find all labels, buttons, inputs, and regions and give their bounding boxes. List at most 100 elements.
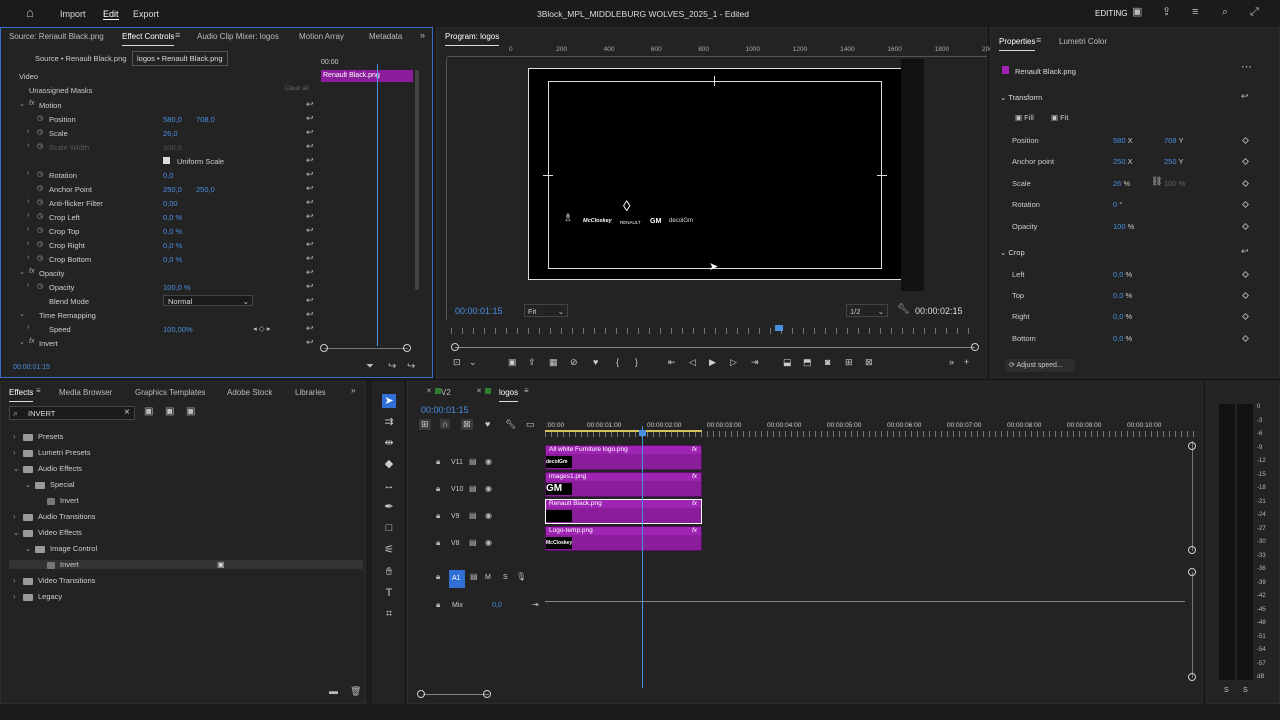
mark-in-icon[interactable]: { [616, 357, 619, 367]
reset-icon[interactable]: ↩ [306, 295, 314, 306]
lock-icon[interactable]: 🔒︎ [436, 485, 440, 493]
sync-lock-icon[interactable]: ▤ [469, 485, 477, 493]
handle-left[interactable] [543, 175, 553, 176]
twirl-icon[interactable]: › [27, 128, 29, 135]
reset-icon[interactable]: ↩ [306, 337, 314, 348]
home-icon[interactable]: ⌂ [26, 6, 34, 19]
tab-effect-controls[interactable]: Effect Controls [122, 32, 175, 46]
mix-value[interactable]: 0,0 [492, 602, 502, 609]
handle-right[interactable] [877, 175, 887, 176]
transform-header[interactable]: ⌄ Transform [1000, 93, 1042, 102]
twirl-icon[interactable]: ⌄ [13, 464, 23, 473]
effects-tree-item[interactable]: ⌄ Special [25, 480, 75, 489]
search-icon[interactable]: ⌕ [1222, 7, 1228, 18]
prop-rotation-value[interactable]: 0 ° [1113, 200, 1122, 209]
tab-lumetri-color[interactable]: Lumetri Color [1059, 37, 1107, 46]
crop-header[interactable]: ⌄ Crop [1000, 248, 1025, 257]
filter-icon[interactable]: ⏷ [366, 362, 374, 372]
reset-icon[interactable]: ↩ [306, 127, 314, 138]
yuv-effects-icon[interactable]: ▣ [186, 407, 195, 417]
ec-row[interactable]: ⌄ Time Remapping ↩ [1, 309, 314, 324]
stopwatch-icon[interactable]: ◷ [37, 240, 43, 248]
nest-icon[interactable]: ⊞ [419, 419, 431, 430]
a1-target[interactable]: A1 [449, 570, 465, 588]
v-scroll-top[interactable] [1192, 441, 1193, 551]
effects-tree-item[interactable]: ⌄ Audio Effects [13, 464, 82, 473]
ec-value[interactable]: 0,0 [163, 171, 173, 180]
ec-row[interactable]: › Speed 100,00% ◂ ◇ ▸ ↩ [1, 323, 314, 338]
type-tool-icon[interactable]: T [382, 586, 396, 600]
effects-tree-item[interactable]: Invert ▣ [9, 560, 363, 569]
reset-icon[interactable]: ↩ [306, 253, 314, 264]
tab-audio-clip-mixer[interactable]: Audio Clip Mixer: logos [197, 32, 279, 41]
zoom-handle-right[interactable] [971, 343, 979, 351]
keyframe-diamond-icon[interactable] [1241, 157, 1250, 166]
multicam-icon[interactable]: ▦ [549, 357, 558, 368]
twirl-icon[interactable]: › [27, 240, 29, 247]
ec-row[interactable]: › ◷ Crop Right 0,0 % ↩ [1, 239, 314, 254]
accelerated-effects-icon[interactable]: ▣ [144, 407, 153, 417]
twirl-icon[interactable]: › [13, 432, 23, 441]
sync-lock-icon[interactable]: ▤ [470, 573, 478, 581]
reset-icon[interactable]: ↩ [306, 169, 314, 180]
twirl-icon[interactable]: ⌄ [25, 544, 35, 553]
selection-box[interactable] [548, 81, 882, 269]
effects-tree-item[interactable]: › Legacy [13, 592, 62, 601]
ec-row[interactable]: ◷ Position 580,0 708,0 ↩ [1, 113, 314, 128]
twirl-icon[interactable]: ⌄ [19, 310, 25, 318]
sync-lock-icon[interactable]: ▤ [469, 458, 477, 466]
panel-icon[interactable]: ▣ [1132, 7, 1142, 18]
stopwatch-icon[interactable]: ◷ [37, 142, 43, 150]
lift-icon[interactable]: ⬓ [783, 357, 792, 368]
effects-tab[interactable]: Adobe Stock [227, 388, 272, 397]
timeline-clip[interactable]: All white Furniture logo.png fx decolGm [545, 445, 702, 470]
step-forward-icon[interactable]: ▷ [730, 357, 737, 368]
ec-value[interactable]: 0,0 % [163, 227, 182, 236]
fx-badge-icon[interactable]: fx [692, 446, 697, 453]
zoom-handle-left[interactable] [451, 343, 459, 351]
stopwatch-icon[interactable]: ◷ [37, 212, 43, 220]
ec-value[interactable]: 0,00 [163, 199, 178, 208]
tab-properties[interactable]: Properties [999, 37, 1036, 51]
stopwatch-icon[interactable]: ◷ [37, 170, 43, 178]
stopwatch-icon[interactable]: ◷ [37, 128, 43, 136]
mix-lock-icon[interactable]: 🔒︎ [436, 601, 440, 609]
effects-overflow-icon[interactable]: » [351, 387, 355, 395]
fx-badge-icon[interactable]: fx [692, 527, 697, 534]
menu-icon[interactable]: ≡ [175, 31, 180, 40]
reset-icon[interactable]: ↩ [306, 323, 314, 334]
track-name[interactable]: V9 [451, 513, 460, 520]
twirl-icon[interactable]: › [27, 198, 29, 205]
twirl-icon[interactable]: › [27, 324, 29, 331]
export-icon[interactable]: ⇪ [528, 357, 536, 368]
keyframe-diamond-icon[interactable] [1241, 136, 1250, 145]
workspace-label[interactable]: EDITING [1095, 9, 1127, 18]
unassigned-masks[interactable]: Unassigned Masks [29, 86, 92, 95]
track-select-tool-icon[interactable]: ⇉ [382, 415, 396, 429]
timeline-clip[interactable]: Renault Black.png fx [545, 499, 702, 524]
v-scroll-handle-1[interactable] [1188, 442, 1196, 450]
tab-motion-array[interactable]: Motion Array [299, 32, 344, 41]
proxy-icon[interactable]: ⊘ [570, 357, 578, 368]
reset-icon[interactable]: ↩ [306, 197, 314, 208]
fit-select[interactable]: Fit ⌄ [524, 304, 568, 317]
fx-badge-icon[interactable]: fx [692, 500, 697, 507]
sub-tab-sequence[interactable]: logos • Renault Black.png [132, 51, 228, 66]
work-area-bar[interactable] [545, 430, 702, 432]
uniform-scale-checkbox[interactable] [163, 157, 170, 164]
twirl-icon[interactable]: › [13, 448, 23, 457]
twirl-icon[interactable]: › [27, 212, 29, 219]
ec-zoom-right-handle[interactable] [403, 344, 411, 352]
crop-right-value[interactable]: 0,0 % [1113, 312, 1132, 321]
twirl-icon[interactable]: ⌄ [19, 268, 25, 276]
ec-row[interactable]: ⌄ fx Opacity ↩ [1, 267, 314, 282]
keyframe-diamond-icon[interactable] [1241, 200, 1250, 209]
timeline-timecode[interactable]: 00:00:01:15 [421, 405, 469, 415]
ec-scrollbar[interactable] [415, 70, 419, 290]
ec-row[interactable]: › ◷ Crop Left 0,0 % ↩ [1, 211, 314, 226]
reset-icon[interactable]: ↩ [306, 183, 314, 194]
twirl-icon[interactable]: › [27, 282, 29, 289]
32bit-effects-icon[interactable]: ▣ [165, 407, 174, 417]
stopwatch-icon[interactable]: ◷ [37, 254, 43, 262]
handle-top[interactable] [714, 76, 715, 86]
